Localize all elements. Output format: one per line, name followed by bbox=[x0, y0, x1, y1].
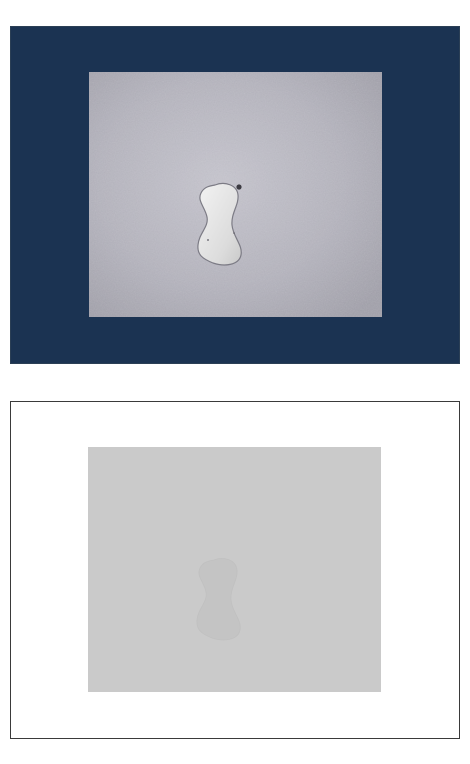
specimen-speck bbox=[233, 232, 235, 234]
defect-spot bbox=[236, 184, 242, 190]
photo-panel bbox=[10, 26, 460, 364]
processed-panel bbox=[10, 401, 460, 739]
processed-frame bbox=[11, 402, 459, 738]
photo-frame bbox=[11, 27, 459, 363]
specimen-speck bbox=[207, 239, 209, 241]
